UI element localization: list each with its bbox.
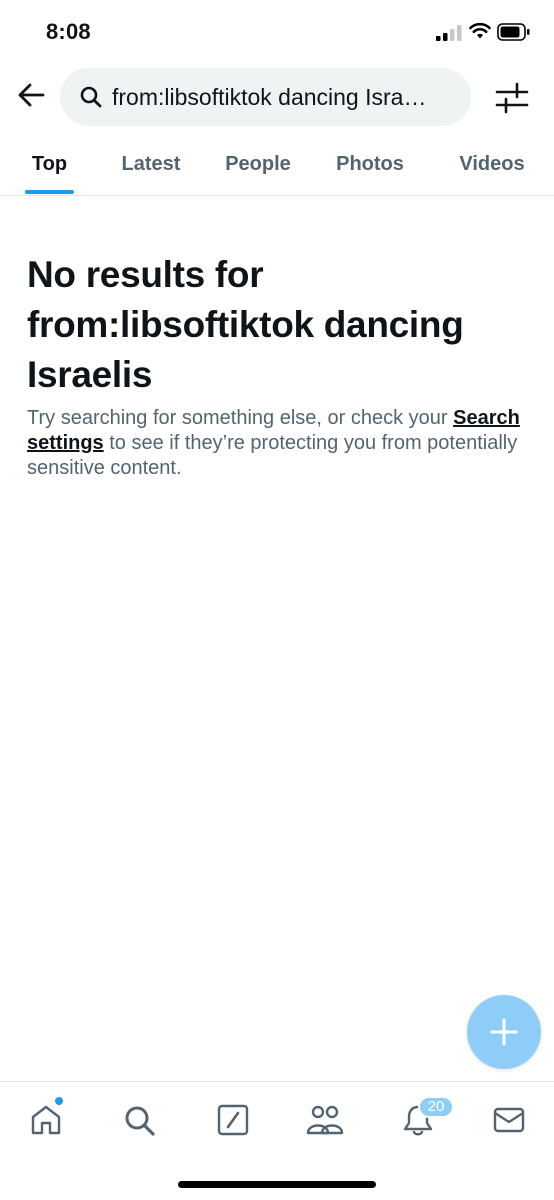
tab-top[interactable]: Top	[14, 134, 85, 195]
messages-icon	[493, 1107, 525, 1133]
search-header: from:libsoftiktok dancing Isra…	[0, 62, 554, 134]
no-results-title: No results for from:libsoftiktok dancing…	[27, 254, 464, 395]
status-time: 8:08	[46, 19, 91, 44]
search-query-text: from:libsoftiktok dancing Isra…	[112, 83, 427, 110]
battery-icon	[497, 23, 530, 41]
nav-home[interactable]	[26, 1100, 66, 1140]
tab-videos[interactable]: Videos	[446, 134, 538, 195]
no-results-text-start: Try searching for something else, or che…	[27, 407, 454, 429]
notifications-count-badge: 20	[418, 1096, 454, 1118]
communities-icon	[306, 1105, 344, 1135]
nav-messages[interactable]	[489, 1100, 529, 1140]
search-input[interactable]: from:libsoftiktok dancing Isra…	[60, 68, 471, 126]
search-icon	[125, 1106, 155, 1136]
nav-grok[interactable]	[213, 1100, 253, 1140]
wifi-icon	[469, 22, 491, 39]
plus-icon	[490, 1018, 518, 1046]
tab-photos[interactable]: Photos	[324, 134, 416, 195]
arrow-left-icon	[18, 83, 45, 107]
search-icon	[80, 86, 102, 108]
home-icon	[31, 1105, 61, 1135]
nav-communities[interactable]	[305, 1100, 345, 1140]
sliders-icon[interactable]	[494, 81, 530, 115]
no-results-message: Try searching for something else, or che…	[27, 406, 537, 481]
nav-search[interactable]	[119, 1100, 159, 1140]
home-unread-dot	[55, 1097, 63, 1105]
compose-button[interactable]	[467, 995, 541, 1069]
tab-latest[interactable]: Latest	[105, 134, 197, 195]
back-button[interactable]	[14, 78, 48, 112]
search-tabs: Top Latest People Photos Videos	[0, 134, 554, 196]
home-indicator[interactable]	[178, 1181, 376, 1188]
status-bar: 8:08	[0, 0, 554, 62]
cellular-signal-icon	[436, 25, 462, 41]
tab-people[interactable]: People	[212, 134, 304, 195]
grok-icon	[217, 1104, 249, 1136]
active-tab-indicator	[25, 190, 74, 194]
